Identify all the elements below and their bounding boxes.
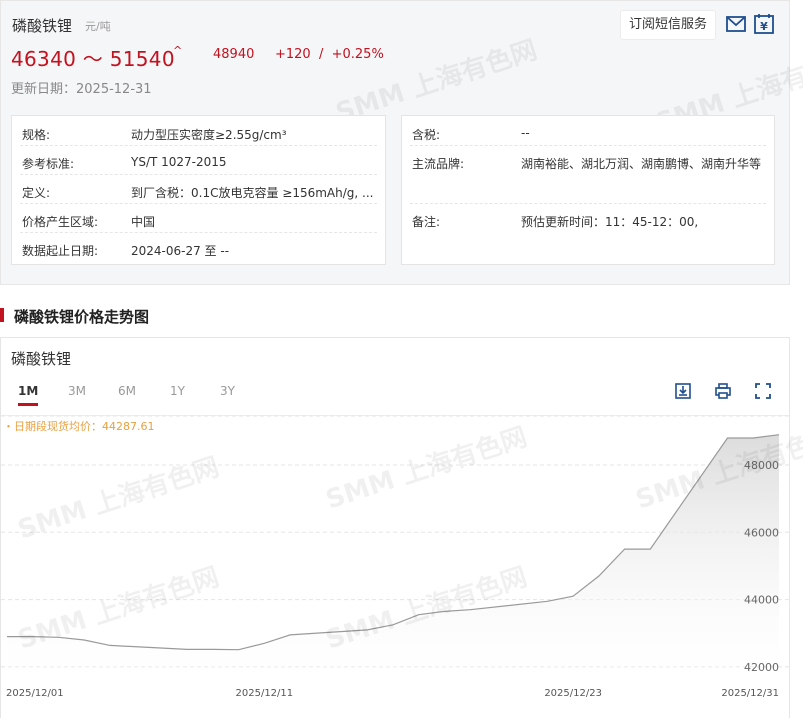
spec-label: 参考标准: bbox=[22, 157, 75, 171]
svg-text:¥: ¥ bbox=[760, 20, 768, 33]
update-date: 更新日期：2025-12-31 bbox=[11, 82, 152, 97]
price-summary-panel: SMM 上海有色网 SMM 上海有色网 磷酸铁锂 元/吨 46340 ～ 515… bbox=[0, 0, 803, 285]
spec-row: 备注: 预估更新时间：11：45-12：00, bbox=[410, 204, 766, 233]
mail-icon[interactable] bbox=[725, 13, 747, 35]
price-area bbox=[7, 434, 779, 677]
spec-table-left: 规格: 动力型压实密度≥2.55g/cm³ 参考标准: YS/T 1027-20… bbox=[11, 115, 386, 265]
spec-row: 规格: 动力型压实密度≥2.55g/cm³ bbox=[20, 117, 377, 146]
spec-label: 数据起止日期: bbox=[22, 244, 99, 258]
spec-label: 规格: bbox=[22, 128, 51, 142]
spec-table-right: 含税: -- 主流品牌: 湖南裕能、湖北万润、湖南鹏博、湖南升华等 备注: 预估… bbox=[401, 115, 775, 265]
spec-row: 数据起止日期: 2024-06-27 至 -- bbox=[20, 233, 377, 262]
price-up-arrow-icon: ^ bbox=[173, 44, 183, 57]
spec-value: 到厂含税：0.1C放电克容量 ≥156mAh/g, ... bbox=[131, 186, 374, 200]
subscribe-sms-button[interactable]: 订阅短信服务 bbox=[620, 10, 716, 40]
product-title: 磷酸铁锂 bbox=[12, 17, 73, 35]
section-marker bbox=[0, 308, 4, 322]
spec-value: 2024-06-27 至 -- bbox=[131, 244, 230, 258]
spec-row: 价格产生区域: 中国 bbox=[20, 204, 377, 233]
spec-value: 预估更新时间：11：45-12：00, bbox=[521, 215, 699, 229]
spec-value: YS/T 1027-2015 bbox=[131, 155, 227, 169]
x-tick-label: 2025/12/01 bbox=[6, 688, 64, 699]
y-tick-label: 42000 bbox=[744, 661, 779, 674]
spec-label: 备注: bbox=[412, 215, 441, 229]
average-price: 48940 bbox=[213, 47, 255, 62]
y-tick-label: 44000 bbox=[744, 594, 779, 607]
spec-label: 价格产生区域: bbox=[22, 215, 99, 229]
section-title: 磷酸铁锂价格走势图 bbox=[14, 308, 150, 326]
x-tick-label: 2025/12/31 bbox=[721, 688, 779, 699]
spec-value: 湖南裕能、湖北万润、湖南鹏博、湖南升华等 bbox=[521, 157, 762, 171]
price-range: 46340 ～ 51540 bbox=[11, 47, 175, 71]
x-tick-label: 2025/12/11 bbox=[236, 688, 294, 699]
price-change: +120 / +0.25% bbox=[275, 47, 384, 62]
x-tick-label: 2025/12/23 bbox=[544, 688, 602, 699]
spec-label: 主流品牌: bbox=[412, 157, 465, 171]
y-tick-label: 48000 bbox=[744, 459, 779, 472]
spec-value: -- bbox=[521, 126, 530, 140]
price-unit: 元/吨 bbox=[85, 20, 111, 33]
calendar-yuan-icon[interactable]: ¥ bbox=[753, 13, 775, 35]
spec-row: 含税: -- bbox=[410, 117, 766, 146]
spec-label: 定义: bbox=[22, 186, 51, 200]
spec-row: 主流品牌: 湖南裕能、湖北万润、湖南鹏博、湖南升华等 bbox=[410, 146, 766, 204]
spec-value: 动力型压实密度≥2.55g/cm³ bbox=[131, 128, 287, 142]
spec-label: 含税: bbox=[412, 128, 441, 142]
spec-row: 定义: 到厂含税：0.1C放电克容量 ≥156mAh/g, ... bbox=[20, 175, 377, 204]
spec-value: 中国 bbox=[131, 215, 156, 229]
spec-row: 参考标准: YS/T 1027-2015 bbox=[20, 146, 377, 175]
y-tick-label: 46000 bbox=[744, 526, 779, 539]
chart-panel: 磷酸铁锂 1M 3M 6M 1Y 3Y ・日期段现货均价：44287.61 42… bbox=[0, 337, 803, 718]
price-trend-chart: 42000 44000 46000 48000 2025/12/01 2025/12/11… bbox=[1, 415, 791, 699]
